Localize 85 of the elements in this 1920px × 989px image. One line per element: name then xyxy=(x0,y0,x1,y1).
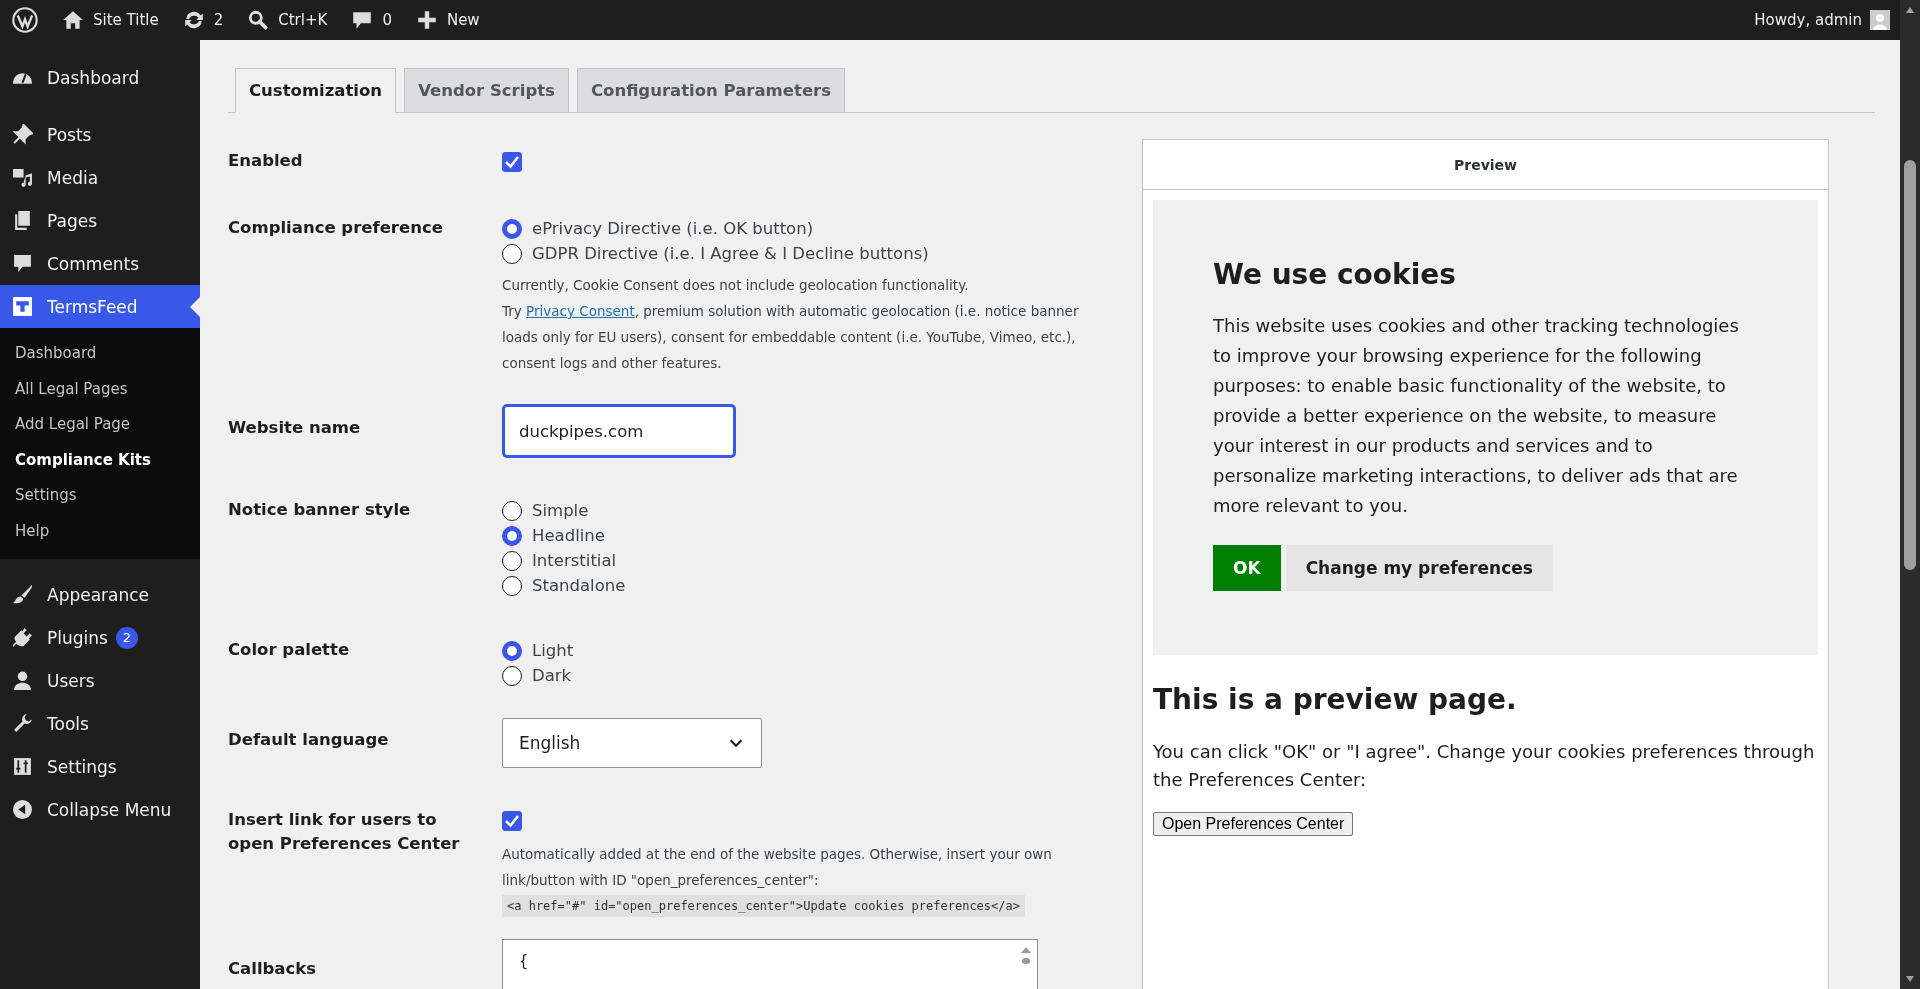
home-icon xyxy=(62,9,84,31)
sidebar-item[interactable]: Plugins 2 xyxy=(0,616,200,659)
speech-bubble-icon xyxy=(12,253,33,274)
collapse-icon xyxy=(12,799,33,820)
tab[interactable]: Configuration Parameters xyxy=(576,68,846,112)
updates-link[interactable]: 2 xyxy=(170,0,236,40)
submenu-item[interactable]: All Legal Pages xyxy=(0,371,200,407)
radio-option[interactable]: ePrivacy Directive (i.e. OK button) xyxy=(502,216,1110,241)
preview-page-text: You can click "OK" or "I agree". Change your cookies preferences through the Preferences Center: xyxy=(1153,740,1816,792)
media-icon xyxy=(12,167,33,188)
checkbox[interactable] xyxy=(502,152,522,172)
submenu-item[interactable]: Dashboard xyxy=(0,336,200,372)
language-dropdown[interactable]: English xyxy=(502,718,762,768)
callbacks-field[interactable]: { xyxy=(502,939,1038,989)
help-text: Automatically added at the end of the website pages. Otherwise, insert your own link/button with ID "open_preferences_center": xyxy=(502,845,1053,890)
field-label: Color palette xyxy=(228,639,351,661)
preview-page-heading: This is a preview page. xyxy=(1153,683,1518,716)
pages-icon xyxy=(12,210,33,231)
ok-button[interactable]: OK xyxy=(1213,545,1281,591)
radio-option[interactable]: Standalone xyxy=(502,573,1110,598)
sidebar-item[interactable]: Media xyxy=(0,156,200,199)
preview-title: Preview xyxy=(1454,156,1517,173)
help-text: Try Privacy Consent, premium solution with automatic geolocation (i.e. notice banner loads only for EU users), consent for embeddable content (i.e. YouTube, Vimeo, etc.), consent logs and other features. xyxy=(502,302,1080,373)
wordpress-logo-icon xyxy=(12,7,38,33)
code-snippet: <a href="#" id="open_preferences_center">Update cookies preferences</a> xyxy=(502,895,1025,917)
open-preferences-button[interactable]: Open Preferences Center xyxy=(1153,812,1354,836)
sidebar-item[interactable]: Settings xyxy=(0,745,200,788)
sliders-icon xyxy=(12,756,33,777)
radio-option[interactable]: Dark xyxy=(502,663,1110,688)
radio-option[interactable]: Light xyxy=(502,638,1110,663)
field-label: Enabled xyxy=(228,150,304,172)
account-menu[interactable]: Howdy, admin xyxy=(1742,0,1900,40)
help-text: Currently, Cookie Consent does not include geolocation functionality. xyxy=(502,276,970,295)
sidebar-item[interactable]: Appearance xyxy=(0,573,200,616)
tab[interactable]: Vendor Scripts xyxy=(404,68,569,112)
field-label: Default language xyxy=(228,729,390,751)
submenu-item[interactable]: Settings xyxy=(0,478,200,514)
sidebar-item[interactable]: Pages xyxy=(0,199,200,242)
sidebar-item[interactable]: TermsFeed xyxy=(0,285,200,328)
new-link[interactable]: New xyxy=(403,0,492,40)
update-count-badge: 2 xyxy=(115,626,138,649)
page-scrollbar[interactable] xyxy=(1900,0,1920,989)
change-preferences-button[interactable]: Change my preferences xyxy=(1285,545,1553,591)
sidebar-item[interactable]: Posts xyxy=(0,113,200,156)
submenu-item[interactable]: Compliance Kits xyxy=(0,442,200,478)
sidebar-item[interactable]: Tools xyxy=(0,702,200,745)
paintbrush-icon xyxy=(12,584,33,605)
field-label: Insert link for users to open Preferences Center xyxy=(228,809,461,855)
tab[interactable]: Customization xyxy=(235,68,397,113)
comments-link[interactable]: 0 xyxy=(339,0,404,40)
speech-bubble-icon xyxy=(351,9,374,31)
submenu-item[interactable]: Add Legal Page xyxy=(0,407,200,443)
pushpin-icon xyxy=(12,124,33,145)
checkbox[interactable] xyxy=(502,811,522,831)
sidebar-item[interactable]: Users xyxy=(0,659,200,702)
sidebar-item[interactable]: Comments xyxy=(0,242,200,285)
home-link[interactable]: Site Title xyxy=(50,0,171,40)
privacy-consent-link[interactable]: Privacy Consent xyxy=(526,303,635,319)
banner-heading: We use cookies xyxy=(1213,258,1457,291)
wrench-icon xyxy=(12,713,33,734)
radio-option[interactable]: GDPR Directive (i.e. I Agree & I Decline buttons) xyxy=(502,241,1110,266)
field-label: Compliance preference xyxy=(228,217,444,239)
banner-text: This website uses cookies and other tracking technologies to improve your browsing experience for the following purposes: to enable basic functionality of the website, to provide a better experience on the website, to measure your interest in our products and services and to personalize marketing interactions, to deliver ads that are more relevant to you. xyxy=(1213,314,1740,518)
radio-option[interactable]: Headline xyxy=(502,523,1110,548)
field-label: Notice banner style xyxy=(228,499,412,521)
search-icon xyxy=(247,9,270,31)
plug-icon xyxy=(12,627,33,648)
sidebar-item[interactable]: Collapse Menu xyxy=(0,788,200,831)
plus-icon xyxy=(415,9,438,31)
radio-option[interactable]: Interstitial xyxy=(502,548,1110,573)
scroll-down-icon[interactable] xyxy=(1905,974,1915,984)
logo-icon xyxy=(12,296,33,317)
current-menu-pointer xyxy=(190,297,200,317)
avatar-icon xyxy=(1870,10,1890,30)
sidebar-item[interactable]: Dashboard xyxy=(0,56,200,99)
website-name-field[interactable]: duckpipes.com xyxy=(502,404,736,458)
user-icon xyxy=(12,670,33,691)
field-label: Callbacks xyxy=(228,958,318,980)
search-link[interactable]: Ctrl+K xyxy=(235,0,340,40)
scrollbar-thumb[interactable] xyxy=(1904,160,1916,570)
refresh-icon xyxy=(182,9,205,31)
scroll-up-icon[interactable] xyxy=(1905,5,1915,15)
radio-option[interactable]: Simple xyxy=(502,498,1110,523)
submenu-item[interactable]: Help xyxy=(0,513,200,549)
field-label: Website name xyxy=(228,417,362,439)
